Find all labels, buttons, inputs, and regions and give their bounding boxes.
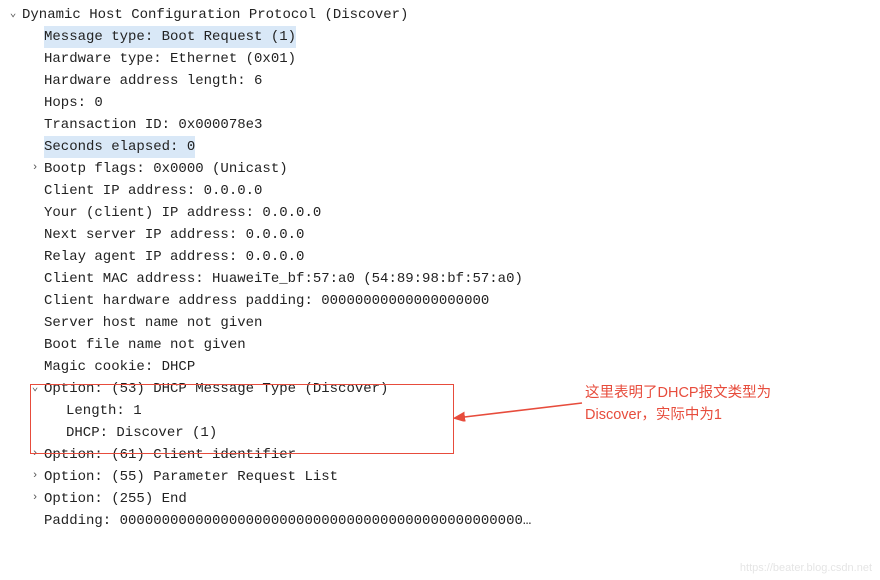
tree-row-text: Client MAC address: HuaweiTe_bf:57:a0 (5… <box>44 268 523 290</box>
watermark: https://beater.blog.csdn.net <box>740 562 872 574</box>
callout-line-2: Discover，实际中为1 <box>585 404 771 426</box>
tree-row-text: Magic cookie: DHCP <box>44 356 195 378</box>
tree-row[interactable]: ·Hardware address length: 6 <box>0 70 880 92</box>
tree-row[interactable]: ·Hops: 0 <box>0 92 880 114</box>
tree-row-text: Bootp flags: 0x0000 (Unicast) <box>44 158 288 180</box>
tree-row-text: Option: (255) End <box>44 488 187 510</box>
tree-row[interactable]: ·Hardware type: Ethernet (0x01) <box>0 48 880 70</box>
tree-row-text: Hardware address length: 6 <box>44 70 262 92</box>
tree-row-text: Option: (55) Parameter Request List <box>44 466 338 488</box>
tree-row-text: DHCP: Discover (1) <box>66 422 217 444</box>
chevron-right-icon[interactable]: › <box>28 160 42 178</box>
tree-row-text: Relay agent IP address: 0.0.0.0 <box>44 246 304 268</box>
tree-row-text: Padding: 0000000000000000000000000000000… <box>44 510 531 532</box>
tree-row[interactable]: ›Option: (55) Parameter Request List <box>0 466 880 488</box>
tree-row-text: Your (client) IP address: 0.0.0.0 <box>44 202 321 224</box>
tree-row-text: Server host name not given <box>44 312 262 334</box>
tree-row-text: Next server IP address: 0.0.0.0 <box>44 224 304 246</box>
chevron-down-icon[interactable]: ⌄ <box>28 380 42 398</box>
tree-row-text: Option: (61) Client identifier <box>44 444 296 466</box>
tree-row[interactable]: ⌄Dynamic Host Configuration Protocol (Di… <box>0 4 880 26</box>
tree-row[interactable]: ·Transaction ID: 0x000078e3 <box>0 114 880 136</box>
tree-row-text: Length: 1 <box>66 400 142 422</box>
tree-row-text: Option: (53) DHCP Message Type (Discover… <box>44 378 388 400</box>
chevron-right-icon[interactable]: › <box>28 490 42 508</box>
callout-text: 这里表明了DHCP报文类型为 Discover，实际中为1 <box>585 382 771 427</box>
tree-row-text: Client IP address: 0.0.0.0 <box>44 180 262 202</box>
tree-row[interactable]: ·Next server IP address: 0.0.0.0 <box>0 224 880 246</box>
chevron-down-icon[interactable]: ⌄ <box>6 6 20 24</box>
tree-row[interactable]: ›Bootp flags: 0x0000 (Unicast) <box>0 158 880 180</box>
tree-row[interactable]: ·Your (client) IP address: 0.0.0.0 <box>0 202 880 224</box>
tree-row[interactable]: ·Padding: 000000000000000000000000000000… <box>0 510 880 532</box>
tree-row[interactable]: ·Client hardware address padding: 000000… <box>0 290 880 312</box>
tree-row[interactable]: ·Server host name not given <box>0 312 880 334</box>
tree-row[interactable]: ·Relay agent IP address: 0.0.0.0 <box>0 246 880 268</box>
tree-row-text: Seconds elapsed: 0 <box>44 136 195 158</box>
tree-row[interactable]: ›Option: (255) End <box>0 488 880 510</box>
packet-tree[interactable]: ⌄Dynamic Host Configuration Protocol (Di… <box>0 0 880 532</box>
tree-row-text: Hardware type: Ethernet (0x01) <box>44 48 296 70</box>
tree-row[interactable]: ·Boot file name not given <box>0 334 880 356</box>
callout-line-1: 这里表明了DHCP报文类型为 <box>585 382 771 404</box>
tree-row-text: Hops: 0 <box>44 92 103 114</box>
tree-row[interactable]: ›Option: (61) Client identifier <box>0 444 880 466</box>
chevron-right-icon[interactable]: › <box>28 446 42 464</box>
tree-row[interactable]: ·Message type: Boot Request (1) <box>0 26 880 48</box>
tree-row-text: Message type: Boot Request (1) <box>44 26 296 48</box>
tree-row-text: Boot file name not given <box>44 334 246 356</box>
tree-row-text: Transaction ID: 0x000078e3 <box>44 114 262 136</box>
chevron-right-icon[interactable]: › <box>28 468 42 486</box>
tree-row-text: Client hardware address padding: 0000000… <box>44 290 489 312</box>
tree-row[interactable]: ·Seconds elapsed: 0 <box>0 136 880 158</box>
tree-row-text: Dynamic Host Configuration Protocol (Dis… <box>22 4 408 26</box>
tree-row[interactable]: ·Client MAC address: HuaweiTe_bf:57:a0 (… <box>0 268 880 290</box>
tree-row[interactable]: ·Magic cookie: DHCP <box>0 356 880 378</box>
tree-row[interactable]: ·Client IP address: 0.0.0.0 <box>0 180 880 202</box>
